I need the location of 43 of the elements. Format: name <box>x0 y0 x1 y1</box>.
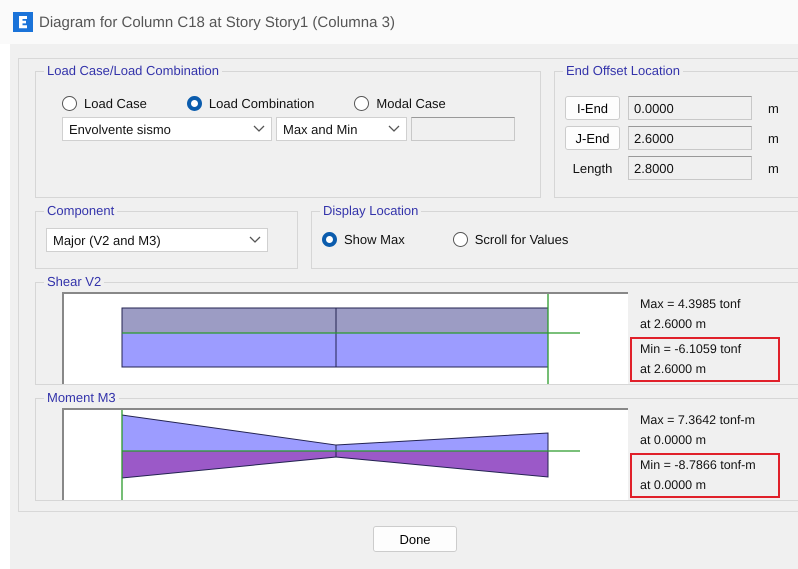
value-field: 2.6000 <box>628 126 752 150</box>
done-button[interactable]: Done <box>373 526 457 552</box>
reading-text: Min = -8.7866 tonf-m <box>640 457 757 474</box>
reading-text: at 2.6000 m <box>640 316 708 333</box>
chevron-down-icon <box>249 236 261 244</box>
window-title: Diagram for Column C18 at Story Story1 (Columna 3) <box>39 14 395 30</box>
group-title: Load Case/Load Combination <box>44 63 222 78</box>
radio-option[interactable]: Load Case <box>62 96 147 111</box>
radio-option[interactable]: Modal Case <box>354 96 446 111</box>
unit-label: m <box>768 160 779 176</box>
radio-button[interactable] <box>452 232 468 247</box>
field-label: Length <box>572 160 614 176</box>
group-title: End Offset Location <box>563 63 683 78</box>
reading-text: at 2.6000 m <box>640 361 708 378</box>
input-field[interactable] <box>411 117 515 141</box>
radio-option[interactable]: Scroll for Values <box>452 232 568 247</box>
group-title: Shear V2 <box>44 274 104 289</box>
offset-button[interactable]: J-End <box>565 126 620 150</box>
reading-text: at 0.0000 m <box>640 477 708 494</box>
combination-dropdown[interactable]: Envolvente sismo <box>62 117 272 141</box>
value-field: 0.0000 <box>628 96 752 120</box>
radio-option[interactable]: Show Max <box>322 232 405 247</box>
offset-button[interactable]: I-End <box>565 96 620 120</box>
radio-button[interactable] <box>322 232 337 247</box>
radio-button[interactable] <box>186 96 202 111</box>
value-field: 2.8000 <box>628 156 752 180</box>
group-title: Component <box>44 203 118 218</box>
group-title: Display Location <box>320 203 422 218</box>
app-logo-icon <box>13 12 33 32</box>
chevron-down-icon <box>253 125 265 133</box>
radio-button[interactable] <box>62 96 77 111</box>
chevron-down-icon <box>388 125 400 133</box>
reading-text: Min = -6.1059 tonf <box>640 341 742 358</box>
group-title: Moment M3 <box>44 390 119 405</box>
unit-label: m <box>768 100 779 116</box>
reading-text: at 0.0000 m <box>640 432 708 449</box>
mode-dropdown[interactable]: Max and Min <box>276 117 407 141</box>
unit-label: m <box>768 130 779 146</box>
reading-text: Max = 4.3985 tonf <box>640 296 742 313</box>
radio-option[interactable]: Load Combination <box>186 96 314 111</box>
component-dropdown[interactable]: Major (V2 and M3) <box>46 228 268 252</box>
reading-text: Max = 7.3642 tonf-m <box>640 412 756 429</box>
radio-button[interactable] <box>354 96 370 111</box>
